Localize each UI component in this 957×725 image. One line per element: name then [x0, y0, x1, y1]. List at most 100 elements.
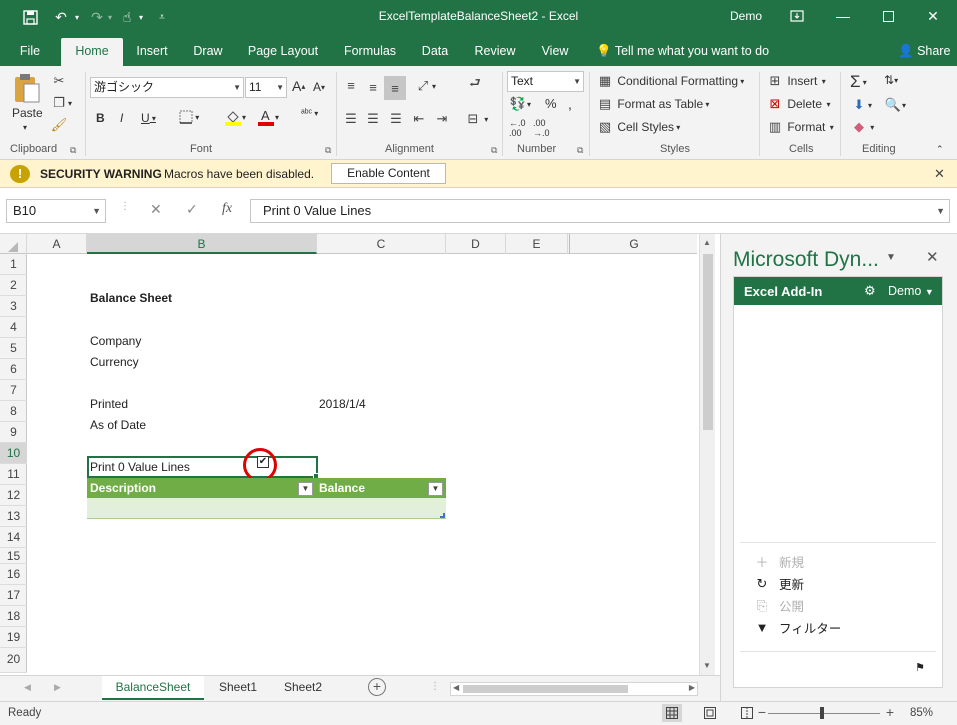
align-right-icon[interactable]: ☰ [387, 110, 405, 128]
align-middle-icon[interactable]: ≡ [364, 78, 382, 96]
tell-me-box[interactable]: 💡 Tell me what you want to do [596, 44, 769, 59]
clipboard-launcher-icon[interactable]: ⧉ [70, 145, 76, 156]
row-header[interactable]: 2 [0, 275, 27, 296]
zoom-in-icon[interactable]: + [882, 704, 898, 720]
row-header[interactable]: 8 [0, 401, 27, 422]
font-launcher-icon[interactable]: ⧉ [325, 145, 331, 156]
ribbon-display-icon[interactable] [787, 6, 807, 26]
action-publish[interactable]: ⎘ 公開 [754, 596, 804, 615]
maximize-icon[interactable] [878, 6, 898, 26]
column-header-b[interactable]: B [87, 234, 317, 254]
sort-filter-icon[interactable]: ⇅ ▾ [884, 73, 898, 87]
row-header[interactable]: 3 [0, 296, 27, 317]
font-family-select[interactable]: 游ゴシック ▼ [90, 77, 244, 98]
row-header[interactable]: 6 [0, 359, 27, 380]
table-body-row[interactable] [87, 498, 446, 519]
row-header[interactable]: 15 [0, 548, 27, 564]
action-filter[interactable]: ▼ フィルター [754, 618, 842, 637]
cell-styles-button[interactable]: ▧ Cell Styles ▾ [596, 118, 680, 136]
row-header[interactable]: 5 [0, 338, 27, 359]
next-sheet-icon[interactable]: ▶ [54, 682, 61, 693]
cell-b4[interactable]: Company [90, 334, 141, 348]
align-top-icon[interactable]: ≡ [342, 76, 360, 94]
gear-icon[interactable]: ⚙ [864, 283, 876, 299]
comma-style-icon[interactable]: , [568, 96, 572, 112]
decrease-indent-icon[interactable]: ⇤ [410, 110, 428, 128]
table-resize-handle[interactable] [440, 513, 445, 518]
increase-font-icon[interactable]: A ▴ [292, 78, 305, 94]
tab-formulas[interactable]: Formulas [337, 38, 403, 66]
increase-indent-icon[interactable]: ⇥ [433, 110, 451, 128]
normal-view-icon[interactable] [662, 704, 682, 722]
copy-icon[interactable]: ❐ ▾ [50, 94, 72, 112]
account-name[interactable]: Demo [730, 9, 762, 23]
autosum-icon[interactable]: Σ ▾ [850, 72, 867, 92]
align-bottom-icon[interactable]: ≡ [384, 76, 406, 100]
delete-cells-button[interactable]: ⊠ Delete ▾ [766, 95, 831, 113]
row-header[interactable]: 9 [0, 422, 27, 443]
cell-b5[interactable]: Currency [90, 355, 139, 369]
row-header-selected[interactable]: 10 [0, 443, 27, 464]
align-left-icon[interactable]: ☰ [342, 110, 360, 128]
row-header[interactable]: 12 [0, 485, 27, 506]
filter-dropdown-icon[interactable]: ▼ [298, 482, 313, 496]
tab-review[interactable]: Review [469, 38, 521, 66]
underline-icon[interactable]: U ▾ [141, 111, 156, 125]
worksheet[interactable]: Balance Sheet Company Currency Printed 2… [27, 254, 697, 673]
zoom-slider[interactable] [768, 713, 880, 714]
row-header[interactable]: 4 [0, 317, 27, 338]
cell-b10[interactable]: Print 0 Value Lines [90, 460, 190, 474]
row-header[interactable]: 1 [0, 254, 27, 275]
vertical-scrollbar[interactable]: ▲ ▼ [699, 234, 715, 675]
decrease-font-icon[interactable]: A ▾ [313, 80, 325, 94]
tab-page-layout[interactable]: Page Layout [242, 38, 324, 66]
cell-c7[interactable]: 2018/1/4 [319, 397, 366, 411]
format-cells-button[interactable]: ▥ Format ▾ [766, 118, 834, 136]
select-all-corner[interactable] [0, 234, 27, 254]
tab-draw[interactable]: Draw [185, 38, 231, 66]
collapse-ribbon-icon[interactable]: ⌃ [936, 144, 944, 155]
enable-content-button[interactable]: Enable Content [331, 163, 446, 184]
tab-view[interactable]: View [534, 38, 576, 66]
fill-color-icon[interactable]: ▾ [224, 108, 246, 126]
share-button[interactable]: 👤 Share [898, 44, 950, 59]
number-format-select[interactable]: Text ▼ [507, 71, 584, 92]
cell-b2[interactable]: Balance Sheet [90, 291, 172, 305]
page-break-view-icon[interactable] [739, 706, 755, 720]
format-as-table-button[interactable]: ▤ Format as Table ▾ [596, 95, 710, 113]
wrap-text-icon[interactable]: ⮐ [466, 75, 484, 94]
row-header[interactable]: 14 [0, 527, 27, 548]
confirm-entry-icon[interactable]: ✓ [186, 201, 198, 218]
column-header-g[interactable]: G [571, 234, 697, 254]
paste-button[interactable]: Paste [12, 106, 43, 120]
cell-b8[interactable]: As of Date [90, 418, 146, 432]
row-header[interactable]: 19 [0, 627, 27, 648]
conditional-formatting-button[interactable]: ▦ Conditional Formatting ▾ [596, 72, 744, 90]
merge-center-icon[interactable]: ⊟ ▾ [464, 110, 489, 128]
close-icon[interactable]: ✕ [926, 248, 939, 266]
sheet-tab-balancesheet[interactable]: BalanceSheet [102, 676, 204, 700]
cut-icon[interactable]: ✂ [50, 72, 68, 90]
row-header[interactable]: 18 [0, 606, 27, 627]
insert-cells-button[interactable]: ⊞ Insert ▾ [766, 72, 826, 90]
column-header-a[interactable]: A [27, 234, 87, 254]
minimize-icon[interactable]: — [833, 6, 853, 26]
number-launcher-icon[interactable]: ⧉ [577, 145, 583, 156]
format-painter-icon[interactable]: 🖌 [50, 116, 68, 134]
row-header[interactable]: 11 [0, 464, 27, 485]
accounting-format-icon[interactable]: 💱 ▾ [509, 95, 531, 113]
addin-user-menu[interactable]: Demo ▼ [888, 284, 934, 298]
font-size-select[interactable]: 11 ▼ [245, 77, 287, 98]
increase-decimal-icon[interactable]: ←.0.00 [509, 118, 526, 138]
close-icon[interactable]: ✕ [934, 166, 945, 182]
scroll-right-icon[interactable]: ▶ [689, 683, 695, 692]
align-center-icon[interactable]: ☰ [364, 110, 382, 128]
filter-dropdown-icon[interactable]: ▼ [428, 482, 443, 496]
name-box[interactable]: B10 ▼ [6, 199, 106, 223]
zoom-out-icon[interactable]: − [754, 704, 770, 720]
tab-file[interactable]: File [8, 38, 52, 66]
page-layout-view-icon[interactable] [702, 706, 718, 720]
new-sheet-icon[interactable]: + [368, 678, 386, 696]
action-refresh[interactable]: ↻ 更新 [754, 574, 804, 593]
paste-icon[interactable] [10, 72, 44, 104]
